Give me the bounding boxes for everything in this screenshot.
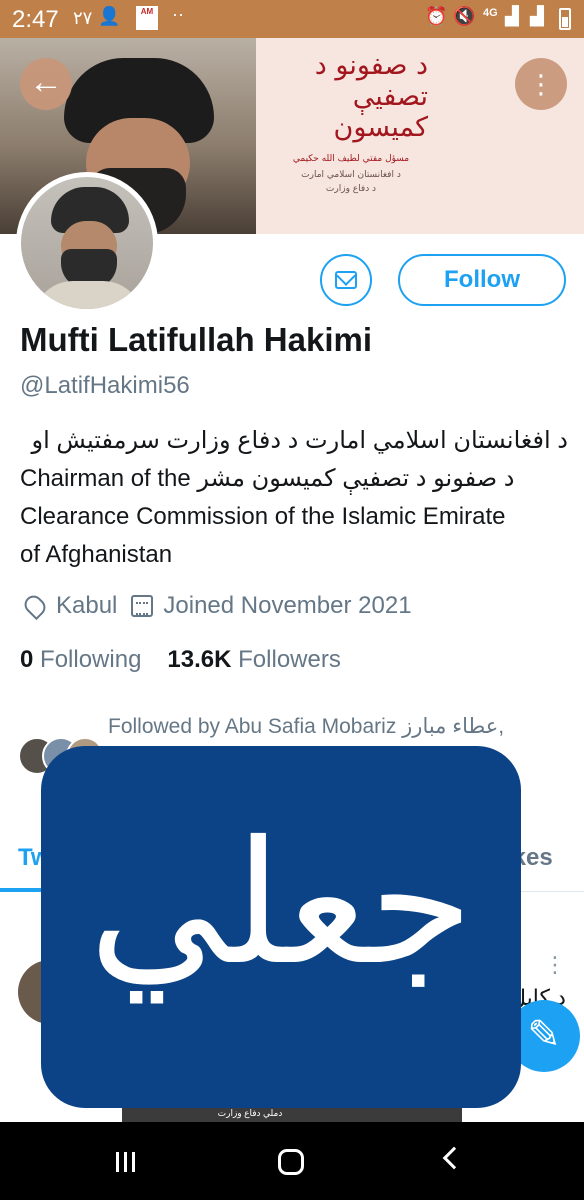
bio-line: Clearance Commission of the Islamic Emir…: [20, 503, 506, 530]
banner-org-line2: د دفاع وزارت: [325, 184, 377, 194]
envelope-icon: [335, 271, 357, 289]
system-nav-bar: [0, 1122, 584, 1200]
calendar-icon: [131, 595, 154, 617]
back-nav-icon[interactable]: [442, 1146, 466, 1170]
follow-stats: 0 Following 13.6K Followers: [20, 646, 341, 674]
add-person-icon: 👤: [98, 6, 121, 26]
tweet-image-caption: دملي دفاع وزارت: [217, 1108, 283, 1118]
followers-link[interactable]: 13.6K Followers: [167, 646, 340, 673]
bio: د افغانستان اسلامي امارت د دفاع وزارت سر…: [20, 422, 568, 574]
follow-button[interactable]: Follow: [398, 254, 566, 306]
mute-icon: 🔇: [453, 6, 476, 26]
display-name: Mufti Latifullah Hakimi: [20, 321, 373, 358]
dots-icon: ··: [172, 4, 184, 24]
location: Kabul: [56, 592, 118, 619]
banner-subtitle: مسؤل مفتي لطیف الله حکیمي: [292, 154, 410, 164]
alarm-icon: ⏰: [425, 6, 448, 26]
following-count: 0: [20, 646, 34, 673]
following-label: Following: [40, 646, 142, 673]
bio-line: Chairman of the د صفونو د تصفیې کمیسون م…: [20, 465, 515, 492]
more-vertical-icon: ⋮: [528, 69, 554, 99]
network-type: 4G: [483, 7, 498, 19]
more-button[interactable]: ⋮: [515, 58, 567, 110]
followers-label: Followers: [238, 646, 341, 673]
status-extra: ۲۷: [73, 8, 93, 28]
user-handle: @LatifHakimi56: [20, 372, 190, 399]
status-time: 2:47: [12, 6, 59, 33]
battery-icon: [559, 8, 571, 30]
banner-org-line1: د افغانستان اسلامي امارت: [301, 170, 401, 180]
fake-stamp-overlay: جعلي: [41, 746, 521, 1108]
bio-line: د افغانستان اسلامي امارت د دفاع وزارت سر…: [31, 427, 568, 454]
signal-2-icon: ▟: [530, 6, 544, 26]
status-bar: 2:47 ۲۷ 👤 AM ·· ⏰ 🔇 4G ▟ ▟: [0, 0, 584, 38]
signal-icon: ▟: [505, 6, 519, 26]
banner-title: د صفونو د تصفیې کمیسون: [314, 50, 428, 143]
banner-org: د افغانستان اسلامي امارت د دفاع وزارت: [286, 168, 416, 196]
app-logo-icon: AM: [136, 6, 158, 30]
message-button[interactable]: [320, 254, 372, 306]
followers-count: 13.6K: [167, 646, 232, 673]
back-button[interactable]: ←: [20, 58, 72, 110]
joined-date: Joined November 2021: [163, 592, 412, 619]
recent-apps-icon[interactable]: [116, 1152, 140, 1172]
more-vertical-icon[interactable]: ⋮: [544, 952, 566, 978]
following-link[interactable]: 0 Following: [20, 646, 141, 673]
feather-icon: ✎: [527, 1013, 561, 1057]
avatar[interactable]: [16, 172, 158, 314]
home-icon[interactable]: [278, 1149, 304, 1175]
bio-line: of Afghanistan: [20, 541, 173, 568]
pin-icon: [20, 591, 50, 621]
followed-by-line1: Followed by Abu Safia Mobariz عطاء مبارز…: [108, 715, 505, 738]
arrow-left-icon: ←: [29, 63, 63, 101]
profile-meta: Kabul Joined November 2021: [20, 591, 412, 621]
fake-stamp-text: جعلي: [88, 805, 474, 1003]
